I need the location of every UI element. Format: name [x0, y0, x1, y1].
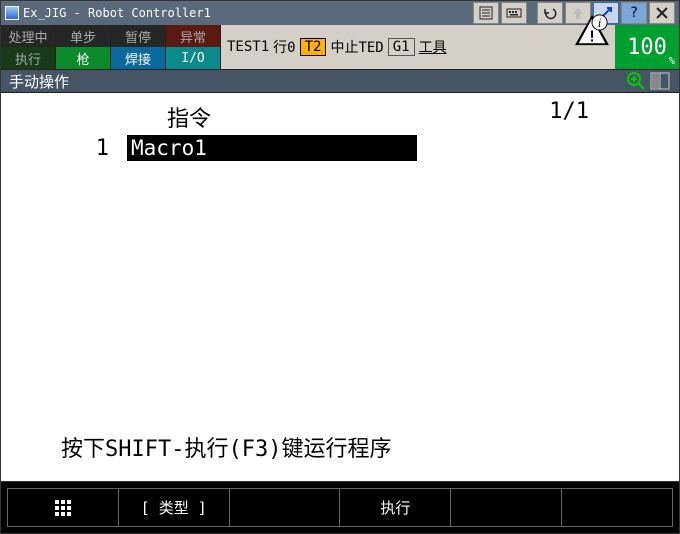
- window-title: Ex_JIG - Robot Controller1: [23, 6, 211, 20]
- close-icon[interactable]: [649, 2, 675, 24]
- status-fault: 异常: [166, 25, 221, 47]
- warning-icon: i !: [573, 13, 611, 47]
- page-indicator: 1/1: [549, 99, 589, 124]
- fkey-type[interactable]: [ 类型 ]: [119, 488, 230, 527]
- status-strip: 处理中 单步 暂停 异常 执行 枪 焊接 I/O TEST1 行0 T2 中止T…: [1, 25, 679, 69]
- info-tool: 工具: [419, 37, 447, 57]
- speed-unit: %: [669, 56, 675, 67]
- info-line: 行0: [273, 37, 295, 57]
- status-running: 处理中: [1, 25, 56, 47]
- info-bar: TEST1 行0 T2 中止TED G1 工具 i !: [221, 25, 615, 69]
- status-io: I/O: [166, 47, 221, 69]
- function-key-bar: [ 类型 ] 执行: [1, 481, 679, 533]
- line-number: 1: [17, 136, 117, 161]
- speed-percent[interactable]: 100 %: [615, 25, 679, 69]
- status-exec: 执行: [1, 47, 56, 69]
- fkey-6[interactable]: [562, 488, 673, 527]
- hint-text: 按下SHIFT-执行(F3)键运行程序: [61, 431, 391, 463]
- program-area: 1/1 指令 1 Macro1 按下SHIFT-执行(F3)键运行程序: [1, 93, 679, 481]
- status-pause: 暂停: [111, 25, 166, 47]
- fkey-3[interactable]: [230, 488, 341, 527]
- instruction-cell[interactable]: Macro1: [127, 135, 417, 161]
- info-group: G1: [388, 38, 415, 56]
- status-weld: 焊接: [111, 47, 166, 69]
- fkey-5[interactable]: [451, 488, 562, 527]
- help-icon[interactable]: ?: [621, 2, 647, 24]
- info-prog: TEST1: [227, 39, 269, 55]
- split-icon[interactable]: [649, 71, 671, 91]
- svg-text:i: i: [598, 16, 602, 30]
- table-row[interactable]: 1 Macro1: [17, 135, 663, 161]
- status-gun: 枪: [56, 47, 111, 69]
- fkey-exec[interactable]: 执行: [340, 488, 451, 527]
- list-icon[interactable]: [473, 2, 499, 24]
- fkey-menu[interactable]: [7, 488, 119, 527]
- app-icon: [5, 6, 19, 20]
- screen-title-bar: 手动操作: [1, 69, 679, 93]
- zoom-icon[interactable]: [625, 71, 647, 91]
- screen-title: 手动操作: [9, 71, 69, 92]
- status-step: 单步: [56, 25, 111, 47]
- robot-controller-window: Ex_JIG - Robot Controller1 ?: [0, 0, 680, 534]
- undo-icon[interactable]: [537, 2, 563, 24]
- svg-text:!: !: [587, 27, 596, 45]
- info-mode: T2: [300, 38, 327, 56]
- speed-value: 100: [627, 35, 667, 60]
- info-state: 中止TED: [330, 37, 383, 57]
- keyboard-icon[interactable]: [501, 2, 527, 24]
